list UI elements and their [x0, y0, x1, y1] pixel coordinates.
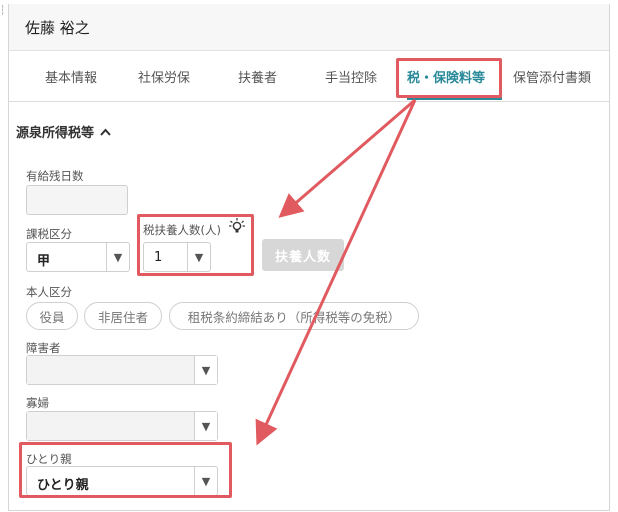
chip-tax-treaty-exempt[interactable]: 租税条約締結あり（所得税等の免税） [169, 302, 419, 330]
employee-name: 佐藤 裕之 [25, 19, 90, 37]
widow-label: 寡婦 [26, 396, 49, 410]
highlight-single-parent [19, 442, 232, 498]
tab-social-labor-insurance[interactable]: 社保労保 [138, 67, 190, 86]
dropdown-arrow-icon: ▼ [194, 412, 217, 440]
tax-category-value: 甲 [37, 254, 51, 269]
dropdown-arrow-icon: ▼ [194, 356, 217, 384]
tab-allowances-deductions[interactable]: 手当控除 [325, 67, 377, 86]
disability-select[interactable]: ▼ [26, 355, 218, 385]
tab-basic-info[interactable]: 基本情報 [45, 67, 97, 86]
employee-header: 佐藤 裕之 [9, 4, 609, 51]
tab-stored-attachments[interactable]: 保管添付書類 [513, 67, 591, 86]
widow-value [27, 412, 194, 440]
resize-handle-icon: ┆ [0, 6, 6, 16]
paid-leave-label: 有給残日数 [26, 169, 84, 183]
tax-category-label: 課税区分 [26, 227, 72, 241]
chevron-up-icon [100, 126, 111, 139]
section-header-withholding-tax[interactable]: 源泉所得税等 [16, 122, 111, 141]
disability-label: 障害者 [26, 341, 61, 355]
chip-non-resident[interactable]: 非居住者 [84, 302, 162, 330]
personal-category-label: 本人区分 [26, 285, 72, 299]
paid-leave-field [26, 185, 128, 215]
widow-select[interactable]: ▼ [26, 411, 218, 441]
tab-dependents[interactable]: 扶養者 [238, 67, 277, 86]
highlight-dependents [137, 214, 254, 276]
dependents-count-button[interactable]: 扶養人数 [262, 239, 344, 271]
dropdown-arrow-icon: ▼ [106, 243, 129, 271]
disability-value [27, 356, 194, 384]
tax-category-select[interactable]: 甲 ▼ [26, 242, 130, 272]
section-title: 源泉所得税等 [16, 126, 95, 141]
highlight-tax-tab [396, 58, 502, 98]
tab-bar: 基本情報 社保労保 扶養者 手当控除 税・保険料等 保管添付書類 [9, 51, 609, 102]
chip-officer[interactable]: 役員 [26, 302, 78, 330]
